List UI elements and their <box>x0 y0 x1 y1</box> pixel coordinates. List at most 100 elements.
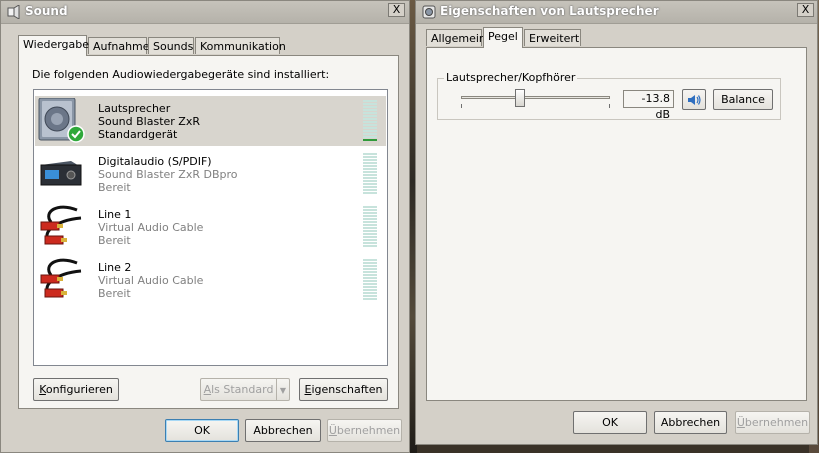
tab-kommunikation[interactable]: Kommunikation <box>195 37 286 54</box>
level-value: -13.8 dB <box>623 90 674 121</box>
configure-label: Konfigurieren <box>39 383 113 396</box>
properties-cancel-label: Abbrechen <box>660 416 721 429</box>
device-item-digitalaudio[interactable]: Digitalaudio (S/PDIF) Sound Blaster ZxR … <box>35 149 386 199</box>
apply-label: Übernehmen <box>328 424 401 437</box>
properties-button[interactable]: Eigenschaften <box>299 378 388 401</box>
instruction-text: Die folgenden Audiowiedergabegeräte sind… <box>32 68 330 81</box>
meter-segment <box>363 153 377 155</box>
meter-segment <box>363 156 377 158</box>
meter-segment <box>363 115 377 117</box>
tab-wiedergabe[interactable]: Wiedergabe <box>18 35 89 56</box>
meter-segment <box>363 295 377 297</box>
sound-window: Sound X Wiedergabe Aufnahme Sounds Kommu… <box>0 0 410 453</box>
cable-icon <box>40 205 82 245</box>
tab-allgemein[interactable]: Allgemein <box>426 29 486 46</box>
speaker-icon <box>38 98 85 143</box>
device-name: Lautsprecher <box>98 102 171 115</box>
sound-close-button[interactable]: X <box>388 3 405 17</box>
meter-segment <box>363 292 377 294</box>
meter-segment <box>363 218 377 220</box>
balance-label: Balance <box>721 93 765 106</box>
cancel-button[interactable]: Abbrechen <box>245 419 321 442</box>
meter-segment <box>363 189 377 191</box>
meter-segment <box>363 245 377 247</box>
meter-segment <box>363 180 377 182</box>
apply-button[interactable]: Übernehmen <box>327 419 402 442</box>
properties-ok-button[interactable]: OK <box>573 411 647 434</box>
cancel-label: Abbrechen <box>253 424 313 437</box>
meter-segment <box>363 212 377 214</box>
meter-segment <box>363 259 377 261</box>
meter-segment <box>363 239 377 241</box>
sound-titlebar[interactable]: Sound X <box>1 1 409 24</box>
device-name: Line 2 <box>98 261 132 274</box>
tab-aufnahme[interactable]: Aufnahme <box>88 37 150 54</box>
slider-tick <box>609 104 610 108</box>
properties-cancel-button[interactable]: Abbrechen <box>654 411 727 434</box>
ok-button[interactable]: OK <box>165 419 239 442</box>
tab-erweitert[interactable]: Erweitert <box>524 29 581 46</box>
device-status: Standardgerät <box>98 128 178 141</box>
device-driver: Virtual Audio Cable <box>98 221 204 234</box>
device-list[interactable]: Lautsprecher Sound Blaster ZxR Standardg… <box>33 89 388 366</box>
sound-app-icon <box>7 5 20 19</box>
level-meter <box>363 153 377 195</box>
level-meter <box>363 206 377 248</box>
level-slider-track[interactable] <box>461 96 610 99</box>
meter-segment <box>363 124 377 126</box>
sound-tabs: Wiedergabe Aufnahme Sounds Kommunikation <box>18 35 398 56</box>
configure-button[interactable]: Konfigurieren <box>33 378 119 401</box>
mute-toggle-button[interactable] <box>682 89 706 110</box>
meter-segment <box>363 268 377 270</box>
properties-close-button[interactable]: X <box>797 3 814 17</box>
meter-segment <box>363 177 377 179</box>
level-meter <box>363 259 377 301</box>
meter-segment <box>363 162 377 164</box>
meter-segment <box>363 280 377 282</box>
meter-segment <box>363 221 377 223</box>
tab-pegel[interactable]: Pegel <box>483 27 523 48</box>
meter-segment <box>363 103 377 105</box>
properties-app-icon <box>422 5 436 19</box>
tab-sounds[interactable]: Sounds <box>148 37 194 54</box>
meter-segment <box>363 262 377 264</box>
meter-segment <box>363 133 377 135</box>
meter-segment <box>363 265 377 267</box>
balance-button[interactable]: Balance <box>713 89 773 110</box>
level-group-label: Lautsprecher/Kopfhörer <box>444 71 578 84</box>
properties-ok-label: OK <box>602 416 618 429</box>
device-item-line-2[interactable]: Line 2 Virtual Audio Cable Bereit <box>35 255 386 305</box>
digital-audio-icon <box>40 161 82 186</box>
meter-segment <box>363 127 377 129</box>
meter-segment <box>363 230 377 232</box>
device-item-lautsprecher[interactable]: Lautsprecher Sound Blaster ZxR Standardg… <box>35 96 386 146</box>
device-status: Bereit <box>98 234 131 247</box>
ok-label: OK <box>194 424 210 437</box>
device-item-line-1[interactable]: Line 1 Virtual Audio Cable Bereit <box>35 202 386 252</box>
meter-segment <box>363 183 377 185</box>
meter-segment <box>363 139 377 141</box>
chevron-down-icon: ▼ <box>279 386 287 395</box>
properties-apply-button[interactable]: Übernehmen <box>735 411 810 434</box>
meter-segment <box>363 206 377 208</box>
meter-segment <box>363 171 377 173</box>
properties-window: Eigenschaften von Lautsprecher X Allgeme… <box>415 0 818 445</box>
meter-segment <box>363 215 377 217</box>
meter-segment <box>363 168 377 170</box>
speaker-volume-icon <box>688 95 701 105</box>
properties-titlebar[interactable]: Eigenschaften von Lautsprecher X <box>416 1 817 24</box>
device-status: Bereit <box>98 181 131 194</box>
meter-segment <box>363 236 377 238</box>
device-driver: Virtual Audio Cable <box>98 274 204 287</box>
meter-segment <box>363 233 377 235</box>
properties-apply-label: Übernehmen <box>736 416 809 429</box>
level-slider-thumb[interactable] <box>515 89 526 107</box>
meter-segment <box>363 283 377 285</box>
meter-segment <box>363 286 377 288</box>
device-driver: Sound Blaster ZxR <box>98 115 200 128</box>
level-group: Lautsprecher/Kopfhörer -13.8 dB Balance <box>437 71 781 121</box>
set-default-dropdown-button[interactable]: ▼ <box>276 378 290 401</box>
device-name: Digitalaudio (S/PDIF) <box>98 155 212 168</box>
set-default-button[interactable]: Als Standard <box>200 378 276 401</box>
device-name: Line 1 <box>98 208 132 221</box>
